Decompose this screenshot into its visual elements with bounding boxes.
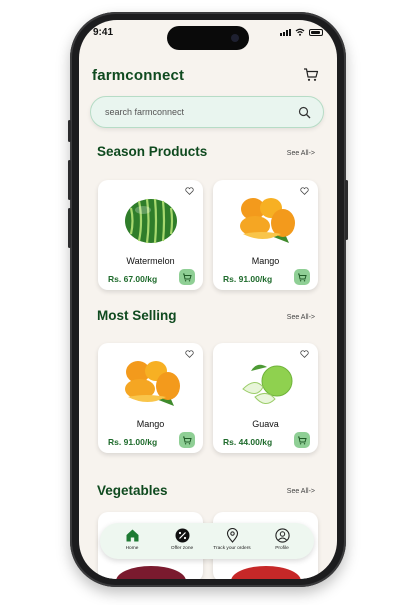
see-all-link[interactable]: See All->: [287, 488, 315, 495]
product-name: Mango: [136, 419, 165, 429]
add-to-cart-button[interactable]: [294, 269, 310, 285]
cart-icon[interactable]: [303, 68, 319, 82]
guava-image: [242, 364, 293, 404]
app-brand: farmconnect: [92, 67, 185, 84]
percent-icon: [175, 528, 189, 543]
watermelon-image: [125, 198, 177, 244]
product-name: Guava: [252, 419, 279, 429]
add-to-cart-button[interactable]: [294, 432, 310, 448]
phone-side-button: [68, 120, 71, 142]
product-name: Watermelon: [126, 256, 175, 266]
nav-home-label: Home: [125, 546, 139, 551]
cart-icon: [298, 436, 307, 445]
see-all-link[interactable]: See All->: [287, 150, 315, 157]
phone-side-button: [68, 208, 71, 248]
add-to-cart-button[interactable]: [179, 269, 195, 285]
product-price: Rs. 91.00/kg: [108, 437, 158, 447]
product-card[interactable]: Mango Rs. 91.00/kg: [98, 343, 203, 453]
heart-icon[interactable]: [185, 187, 194, 195]
battery-icon: [309, 28, 323, 36]
product-price: Rs. 91.00/kg: [223, 274, 273, 284]
nav-offer-zone[interactable]: Offer zone: [157, 528, 207, 551]
product-price: Rs. 67.00/kg: [108, 274, 158, 284]
location-pin-icon: [226, 528, 238, 543]
section-title-season-products: Season Products: [97, 144, 208, 159]
cart-icon: [183, 436, 192, 445]
vegetable-image: [231, 566, 301, 579]
add-to-cart-button[interactable]: [179, 432, 195, 448]
product-name: Mango: [251, 256, 280, 266]
wifi-icon: [295, 28, 305, 36]
search-input[interactable]: search farmconnect: [105, 107, 184, 117]
nav-track-orders-label: Track your orders: [213, 546, 251, 551]
status-icons: [280, 28, 323, 36]
search-icon[interactable]: [298, 106, 311, 119]
product-card[interactable]: Watermelon Rs. 67.00/kg: [98, 180, 203, 290]
signal-icon: [280, 28, 291, 36]
dynamic-island: [167, 26, 249, 50]
heart-icon[interactable]: [300, 350, 309, 358]
product-price: Rs. 44.00/kg: [223, 437, 273, 447]
nav-profile[interactable]: Profile: [257, 528, 307, 551]
app-screen: 9:41 farmconnect search farmconnect Seas…: [79, 20, 337, 579]
nav-home[interactable]: Home: [107, 528, 157, 551]
bottom-navigation: Home Offer zone Track your orders Profil…: [100, 523, 314, 559]
cart-icon: [298, 273, 307, 282]
home-icon: [126, 529, 138, 542]
see-all-link[interactable]: See All->: [287, 314, 315, 321]
search-bar[interactable]: search farmconnect: [90, 96, 324, 128]
section-title-most-selling: Most Selling: [97, 308, 177, 323]
heart-icon[interactable]: [300, 187, 309, 195]
heart-icon[interactable]: [185, 350, 194, 358]
section-title-vegetables: Vegetables: [97, 483, 168, 498]
nav-profile-label: Profile: [275, 546, 289, 551]
vegetable-image: [116, 566, 186, 579]
product-card[interactable]: Mango Rs. 91.00/kg: [213, 180, 318, 290]
nav-track-orders[interactable]: Track your orders: [207, 528, 257, 551]
camera-icon: [231, 34, 239, 42]
mango-image: [240, 198, 295, 243]
status-time: 9:41: [93, 27, 114, 38]
mango-image: [125, 361, 180, 406]
product-card[interactable]: Guava Rs. 44.00/kg: [213, 343, 318, 453]
cart-icon: [183, 273, 192, 282]
profile-icon: [274, 528, 290, 543]
nav-offer-zone-label: Offer zone: [170, 546, 194, 551]
phone-side-button: [345, 180, 348, 240]
phone-side-button: [68, 160, 71, 200]
